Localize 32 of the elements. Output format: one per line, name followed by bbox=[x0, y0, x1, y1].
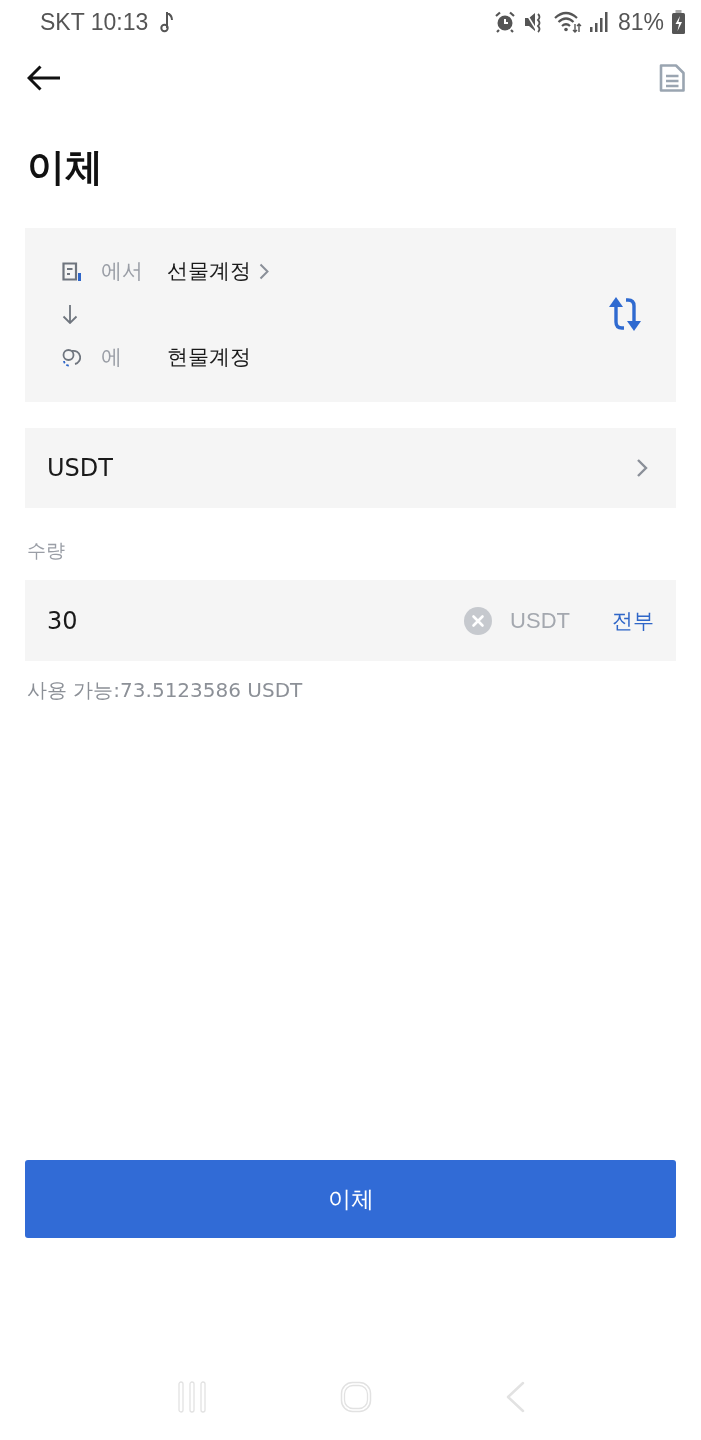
page-title: 이체 bbox=[27, 144, 103, 191]
chevron-right-icon bbox=[636, 458, 648, 478]
to-label: 에 bbox=[101, 344, 123, 371]
swap-icon[interactable] bbox=[608, 296, 642, 332]
coin-selector[interactable]: USDT bbox=[25, 428, 676, 508]
to-account: 현물계정 bbox=[167, 344, 251, 371]
wifi-icon bbox=[553, 11, 582, 33]
transfer-button[interactable]: 이체 bbox=[25, 1160, 676, 1238]
amount-field[interactable]: 30 USDT 전부 bbox=[25, 580, 676, 661]
available-balance: 사용 가능:73.5123586 USDT bbox=[27, 677, 303, 704]
ledger-icon bbox=[62, 261, 81, 281]
battery-charging-icon bbox=[672, 10, 685, 34]
clear-icon[interactable] bbox=[464, 606, 493, 635]
coins-icon bbox=[62, 347, 81, 367]
amount-unit: USDT bbox=[510, 607, 570, 634]
amount-input[interactable]: 30 bbox=[47, 580, 465, 661]
document-icon[interactable] bbox=[659, 64, 685, 92]
signal-icon bbox=[589, 12, 608, 32]
recent-apps-icon[interactable] bbox=[176, 1381, 207, 1413]
back-icon[interactable] bbox=[504, 1381, 525, 1413]
all-button[interactable]: 전부 bbox=[612, 606, 654, 635]
status-carrier-time: SKT 10:13 bbox=[40, 8, 149, 36]
amount-label: 수량 bbox=[27, 538, 65, 563]
music-note-icon bbox=[160, 11, 175, 33]
from-label: 에서 bbox=[101, 258, 144, 285]
battery-percent: 81% bbox=[617, 8, 664, 36]
from-account-selector[interactable]: 선물계정 bbox=[167, 257, 269, 285]
home-icon[interactable] bbox=[339, 1381, 372, 1413]
back-arrow-icon[interactable] bbox=[27, 65, 61, 91]
chevron-right-icon bbox=[259, 262, 269, 280]
alarm-icon bbox=[493, 11, 516, 33]
down-arrow-icon bbox=[62, 304, 78, 324]
